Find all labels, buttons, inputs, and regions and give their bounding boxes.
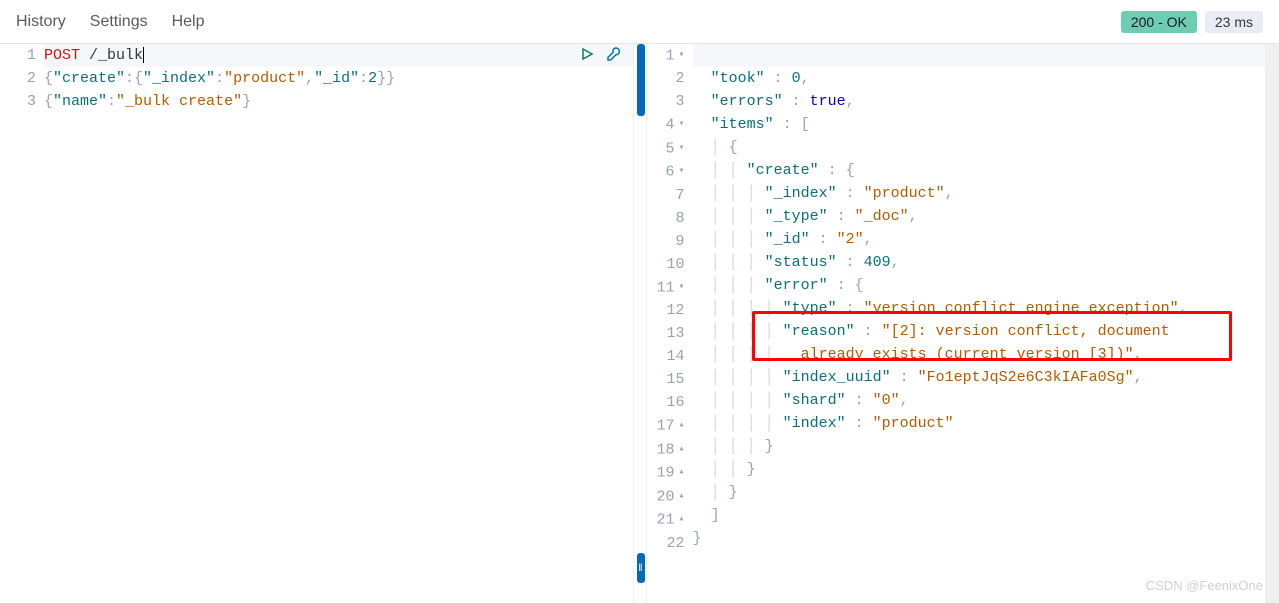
play-icon[interactable]: [579, 46, 595, 70]
active-request-marker: [637, 44, 645, 116]
request-code[interactable]: POST /_bulk {"create":{"_index":"product…: [44, 44, 633, 603]
time-badge: 23 ms: [1205, 11, 1263, 33]
workspace: 1 2 3 POST /_bulk {"create":{"_index":"p…: [0, 44, 1279, 603]
menu-settings[interactable]: Settings: [90, 13, 148, 31]
response-code: { "took" : 0, "errors" : true, "items" :…: [693, 44, 1279, 603]
split-divider[interactable]: ‖: [633, 44, 647, 603]
left-gutter: 1 2 3: [0, 44, 44, 603]
watermark: CSDN @FeenixOne: [1146, 574, 1263, 597]
resize-handle-icon[interactable]: ‖: [637, 553, 645, 583]
line-actions: [579, 46, 621, 70]
topbar: History Settings Help 200 - OK 23 ms: [0, 0, 1279, 44]
menu-history[interactable]: History: [16, 13, 66, 31]
response-viewer[interactable]: 1 ▾ 2 3 4 ▾ 5 ▾ 6 ▾ 7 8 9 10 11 ▾ 12 13 …: [647, 44, 1279, 603]
scrollbar[interactable]: [1265, 44, 1279, 603]
right-gutter: 1 ▾ 2 3 4 ▾ 5 ▾ 6 ▾ 7 8 9 10 11 ▾ 12 13 …: [647, 44, 693, 603]
menu-help[interactable]: Help: [172, 13, 205, 31]
request-editor[interactable]: 1 2 3 POST /_bulk {"create":{"_index":"p…: [0, 44, 633, 603]
status-badge: 200 - OK: [1121, 11, 1197, 33]
wrench-icon[interactable]: [605, 46, 621, 70]
